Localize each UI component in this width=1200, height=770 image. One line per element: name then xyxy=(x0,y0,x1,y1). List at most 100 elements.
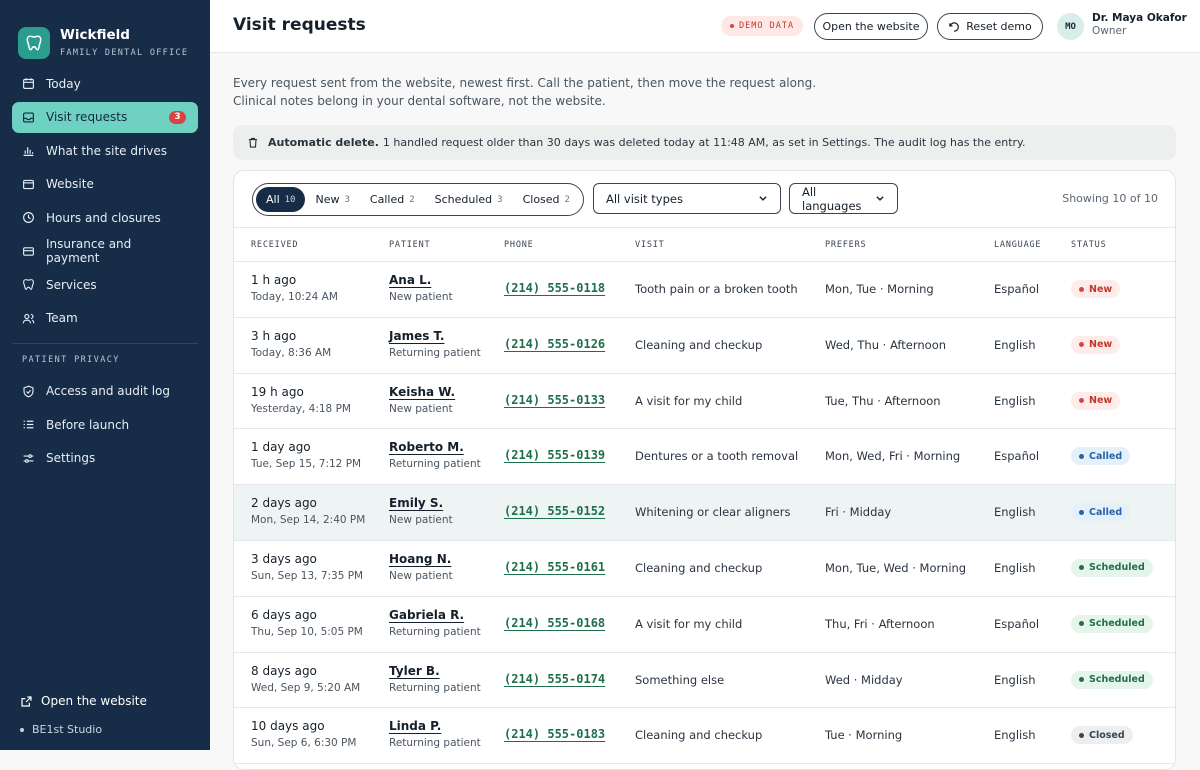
status-badge[interactable]: Closed xyxy=(1071,726,1133,745)
filter-all[interactable]: All 10 xyxy=(256,187,306,212)
language: Español xyxy=(994,616,1040,631)
table-row[interactable]: 3 days ago Sun, Sep 13, 7:35 PM Hoang N. Ne… xyxy=(234,540,1175,597)
patient-name-link[interactable]: James T. xyxy=(389,329,481,343)
patient-cell: Roberto M. Returning patient xyxy=(389,440,481,470)
received-cell: 8 days ago Wed, Sep 9, 5:20 AM xyxy=(251,664,360,694)
users-icon xyxy=(22,312,35,325)
status-badge[interactable]: Scheduled xyxy=(1071,558,1153,577)
top-bar: Visit requests DEMO DATA Open the websit… xyxy=(210,0,1200,53)
brand[interactable]: Wickfield FAMILY DENTAL OFFICE xyxy=(0,0,210,68)
sidebar-item-insurance-and-payment[interactable]: Insurance and payment xyxy=(12,236,198,267)
visit-type: Tooth pain or a broken tooth xyxy=(635,282,798,296)
sidebar-item-visit-requests[interactable]: Visit requests 3 xyxy=(12,101,198,133)
checklist-icon xyxy=(22,418,35,431)
filter-new[interactable]: New 3 xyxy=(305,187,359,212)
patient-name-link[interactable]: Linda P. xyxy=(389,719,481,733)
status-cell: Scheduled xyxy=(1071,614,1153,633)
studio-credit[interactable]: BE1st Studio xyxy=(20,723,190,736)
phone-link[interactable]: (214) 555-0174 xyxy=(504,672,605,686)
sidebar-item-label: Hours and closures xyxy=(46,210,161,225)
column-header-patient[interactable]: PATIENT xyxy=(389,240,430,250)
sidebar-item-before-launch[interactable]: Before launch xyxy=(12,409,198,440)
column-header-received[interactable]: RECEIVED xyxy=(251,240,298,250)
patient-name-link[interactable]: Roberto M. xyxy=(389,440,481,454)
sidebar-item-access-and-audit-log[interactable]: Access and audit log xyxy=(12,376,198,407)
filter-bar: All 10 New 3 Called 2 Scheduled 3 Closed 2 Al… xyxy=(234,171,1175,228)
status-badge[interactable]: New xyxy=(1071,335,1121,354)
sidebar-item-label: Before launch xyxy=(46,417,130,432)
phone-link[interactable]: (214) 555-0139 xyxy=(504,448,605,462)
sidebar-item-label: Visit requests xyxy=(46,110,128,124)
column-header-phone[interactable]: PHONE xyxy=(504,240,534,250)
phone-link[interactable]: (214) 555-0161 xyxy=(504,560,605,574)
open-website-button[interactable]: Open the website xyxy=(814,13,928,40)
patient-name-link[interactable]: Hoang N. xyxy=(389,552,453,566)
privacy-nav: Access and audit log Before launch Setti… xyxy=(0,376,210,474)
user-info[interactable]: Dr. Maya Okafor Owner xyxy=(1092,12,1187,37)
filter-called[interactable]: Called 2 xyxy=(360,187,425,212)
table-row[interactable]: 10 days ago Sun, Sep 6, 6:30 PM Linda P. Re… xyxy=(234,708,1175,765)
phone-link[interactable]: (214) 555-0133 xyxy=(504,393,605,407)
patient-name-link[interactable]: Gabriela R. xyxy=(389,608,481,622)
status-badge[interactable]: Scheduled xyxy=(1071,614,1153,633)
status-label: Scheduled xyxy=(1089,562,1145,574)
language: English xyxy=(994,728,1036,743)
status-badge[interactable]: New xyxy=(1071,280,1121,298)
patient-name-link[interactable]: Tyler B. xyxy=(389,664,481,678)
phone-link[interactable]: (214) 555-0183 xyxy=(504,727,605,741)
filter-closed[interactable]: Closed 2 xyxy=(513,187,580,212)
patient-name-link[interactable]: Emily S. xyxy=(389,496,453,510)
table-row[interactable]: 3 h ago Today, 8:36 AM James T. Returning p… xyxy=(234,317,1175,374)
language-select[interactable]: All languages xyxy=(789,183,898,214)
received-datetime: Sun, Sep 13, 7:35 PM xyxy=(251,569,364,582)
sidebar-item-today[interactable]: Today xyxy=(12,68,198,99)
table-row[interactable]: 1 h ago Today, 10:24 AM Ana L. New patient (… xyxy=(234,262,1175,318)
filter-label: Called xyxy=(369,193,405,206)
status-badge[interactable]: Called xyxy=(1071,503,1131,522)
patient-type: New patient xyxy=(389,514,453,527)
sidebar-item-what-the-site-drives[interactable]: What the site drives xyxy=(12,135,198,166)
sidebar-item-hours-and-closures[interactable]: Hours and closures xyxy=(12,202,198,233)
status-label: Called xyxy=(1089,506,1123,518)
table-row[interactable]: 8 days ago Wed, Sep 9, 5:20 AM Tyler B. Ret… xyxy=(234,652,1175,709)
language: English xyxy=(994,560,1036,575)
phone-link[interactable]: (214) 555-0126 xyxy=(504,337,605,351)
language: Español xyxy=(994,282,1040,296)
received-datetime: Yesterday, 4:18 PM xyxy=(251,402,351,415)
page-description: Every request sent from the website, new… xyxy=(233,74,816,110)
patient-name-link[interactable]: Ana L. xyxy=(389,273,453,287)
phone-link[interactable]: (214) 555-0118 xyxy=(504,281,605,295)
received-datetime: Today, 10:24 AM xyxy=(251,291,338,303)
table-row[interactable]: 19 h ago Yesterday, 4:18 PM Keisha W. New p… xyxy=(234,373,1175,430)
status-badge[interactable]: Called xyxy=(1071,447,1131,466)
sidebar-item-team[interactable]: Team xyxy=(12,303,198,334)
received-datetime: Sun, Sep 6, 6:30 PM xyxy=(251,737,357,750)
table-row[interactable]: 1 day ago Tue, Sep 15, 7:12 PM Roberto M. R… xyxy=(234,429,1175,486)
filter-count: 3 xyxy=(344,194,350,205)
status-badge[interactable]: New xyxy=(1071,391,1121,410)
phone-link[interactable]: (214) 555-0168 xyxy=(504,616,605,630)
browser-icon xyxy=(22,178,35,191)
received-cell: 3 days ago Sun, Sep 13, 7:35 PM xyxy=(251,552,363,582)
status-badge[interactable]: Scheduled xyxy=(1071,670,1153,689)
phone-link[interactable]: (214) 555-0152 xyxy=(504,504,605,518)
column-header-visit[interactable]: VISIT xyxy=(635,240,665,250)
calendar-icon xyxy=(22,77,35,90)
received-cell: 3 h ago Today, 8:36 AM xyxy=(251,329,331,359)
avatar[interactable]: MO xyxy=(1057,13,1084,40)
patient-name-link[interactable]: Keisha W. xyxy=(389,385,455,399)
sidebar-item-settings[interactable]: Settings xyxy=(12,443,198,474)
table-row[interactable]: 6 days ago Thu, Sep 10, 5:05 PM Gabriela R… xyxy=(234,596,1175,653)
reset-demo-button[interactable]: Reset demo xyxy=(937,13,1043,40)
visit-type-select[interactable]: All visit types xyxy=(593,183,781,214)
filter-scheduled[interactable]: Scheduled 3 xyxy=(425,187,513,212)
sidebar-item-services[interactable]: Services xyxy=(12,269,198,300)
visit-type: Cleaning and checkup xyxy=(635,337,763,352)
column-header-prefers[interactable]: PREFERS xyxy=(825,240,866,250)
column-header-language[interactable]: LANGUAGE xyxy=(994,240,1041,250)
open-website-link[interactable]: Open the website xyxy=(20,694,190,708)
table-row[interactable]: 2 days ago Mon, Sep 14, 2:40 PM Emily S. Ne… xyxy=(234,485,1175,541)
column-header-status[interactable]: STATUS xyxy=(1071,240,1107,250)
sidebar-item-website[interactable]: Website xyxy=(12,169,198,200)
sidebar-item-label: Website xyxy=(46,177,94,191)
